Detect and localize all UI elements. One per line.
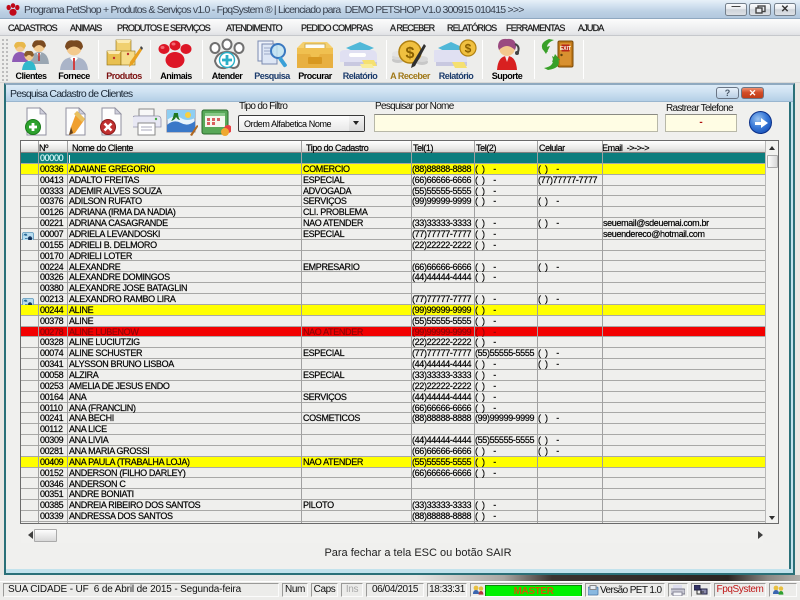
svg-text:EXIT: EXIT [560, 46, 571, 52]
svg-text:$: $ [406, 45, 415, 62]
svg-text:$: $ [465, 42, 472, 56]
